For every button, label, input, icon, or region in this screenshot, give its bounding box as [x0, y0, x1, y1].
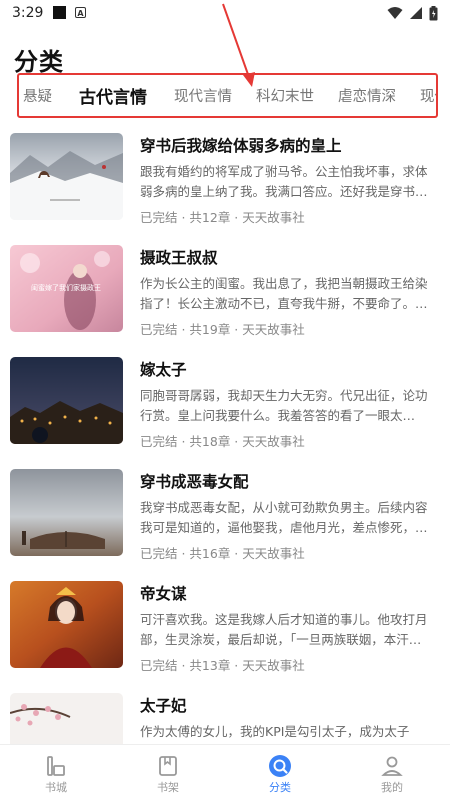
nav-label: 分类 — [269, 781, 291, 794]
book-title[interactable]: 帝女谋 — [140, 582, 187, 604]
book-cover-image — [10, 357, 123, 444]
tab-scifi-apocalypse[interactable]: 科幻末世 — [244, 85, 326, 106]
book-store-icon — [47, 756, 65, 776]
book-cover-image — [10, 469, 123, 556]
nav-label: 我的 — [381, 781, 403, 794]
book-list[interactable]: 穿书后我嫁给体弱多病的皇上 跟我有婚约的将军成了驸马爷。公主怕我坏事，求体弱多病… — [0, 120, 450, 744]
status-icons — [387, 5, 438, 21]
nav-category[interactable]: 分类 — [240, 745, 320, 801]
book-description: 跟我有婚约的将军成了驸马爷。公主怕我坏事，求体弱多病的皇上纳了我。我满口答应。还… — [140, 164, 428, 199]
book-description: 我穿书成恶毒女配，从小就可劲欺负男主。后续内容我可是知道的，逼他娶我，虐他月光，… — [140, 500, 428, 535]
book-title[interactable]: 穿书成恶毒女配 — [140, 470, 249, 492]
notification-square-icon — [53, 6, 66, 19]
nav-bookshelf[interactable]: 书架 — [128, 745, 208, 801]
book-meta: 已完结 · 共18章 · 天天故事社 — [140, 434, 305, 449]
book-item[interactable]: 嫁太子 同胞哥哥孱弱，我却天生力大无穷。代兄出征，论功行赏。皇上问我要什么。我羞… — [0, 344, 450, 456]
battery-icon — [429, 5, 438, 20]
book-item[interactable]: 穿书后我嫁给体弱多病的皇上 跟我有婚约的将军成了驸马爷。公主怕我坏事，求体弱多病… — [0, 120, 450, 232]
bookshelf-icon — [159, 756, 177, 776]
wifi-icon — [387, 7, 403, 19]
notification-a-icon: A — [75, 7, 86, 18]
book-item[interactable]: 穿书成恶毒女配 我穿书成恶毒女配，从小就可劲欺负男主。后续内容我可是知道的，逼他… — [0, 456, 450, 568]
book-cover-image — [10, 581, 123, 668]
page-title: 分类 — [14, 48, 64, 76]
book-meta: 已完结 · 共16章 · 天天故事社 — [140, 546, 305, 561]
nav-label: 书架 — [157, 781, 179, 794]
book-description: 同胞哥哥孱弱，我却天生力大无穷。代兄出征，论功行赏。皇上问我要什么。我羞答答的看… — [140, 388, 428, 423]
category-tabs-highlight-box: 悬疑 古代言情 现代言情 科幻末世 虐恋情深 现代都 — [17, 73, 438, 118]
tab-modern-romance[interactable]: 现代言情 — [162, 85, 244, 106]
book-title[interactable]: 嫁太子 — [140, 358, 187, 380]
book-description: 作为太傅的女儿，我的KPI是勾引太子，成为太子妃。… — [140, 724, 410, 739]
book-title[interactable]: 穿书后我嫁给体弱多病的皇上 — [140, 134, 342, 156]
book-meta: 已完结 · 共19章 · 天天故事社 — [140, 322, 305, 337]
nav-label: 书城 — [45, 781, 67, 794]
tab-ancient-romance[interactable]: 古代言情 — [64, 83, 162, 108]
category-icon — [269, 755, 291, 777]
tab-suspense[interactable]: 悬疑 — [19, 85, 64, 106]
nav-bookstore[interactable]: 书城 — [16, 745, 96, 801]
tab-modern-urban[interactable]: 现代都 — [408, 85, 436, 106]
nav-profile[interactable]: 我的 — [352, 745, 432, 801]
book-item[interactable]: 帝女谋 可汗喜欢我。这是我嫁人后才知道的事儿。他攻打月部，生灵涂炭，最后却说，「… — [0, 568, 450, 680]
bottom-navigation: 书城 书架 分类 我的 — [0, 744, 450, 801]
status-time: 3:29 — [12, 5, 44, 21]
book-cover-text: 闺蜜嫁了我们家摄政王 — [31, 284, 101, 292]
book-title[interactable]: 太子妃 — [140, 694, 187, 716]
book-item[interactable]: 闺蜜嫁了我们家摄政王 摄政王叔叔 作为长公主的闺蜜。我出息了，我把当朝摄政王给染… — [0, 232, 450, 344]
signal-icon — [410, 7, 422, 19]
book-cover-image — [10, 133, 123, 220]
book-meta: 已完结 · 共12章 · 天天故事社 — [140, 210, 305, 225]
book-item[interactable]: 太子妃 作为太傅的女儿，我的KPI是勾引太子，成为太子妃。… — [0, 680, 450, 744]
book-cover-image: 闺蜜嫁了我们家摄政王 — [10, 245, 123, 332]
category-tabs: 悬疑 古代言情 现代言情 科幻末世 虐恋情深 现代都 — [19, 75, 436, 116]
book-description: 作为长公主的闺蜜。我出息了，我把当朝摄政王给染指了！长公主激动不已，直夸我牛掰，… — [140, 276, 428, 311]
status-bar: 3:29 A — [0, 0, 450, 28]
book-description: 可汗喜欢我。这是我嫁人后才知道的事儿。他攻打月部，生灵涂炭，最后却说，「一旦两族… — [140, 612, 428, 647]
book-meta: 已完结 · 共13章 · 天天故事社 — [140, 658, 305, 673]
tab-angst-romance[interactable]: 虐恋情深 — [326, 85, 408, 106]
book-cover-image — [10, 693, 123, 744]
book-title[interactable]: 摄政王叔叔 — [140, 246, 218, 268]
profile-icon — [381, 756, 403, 776]
